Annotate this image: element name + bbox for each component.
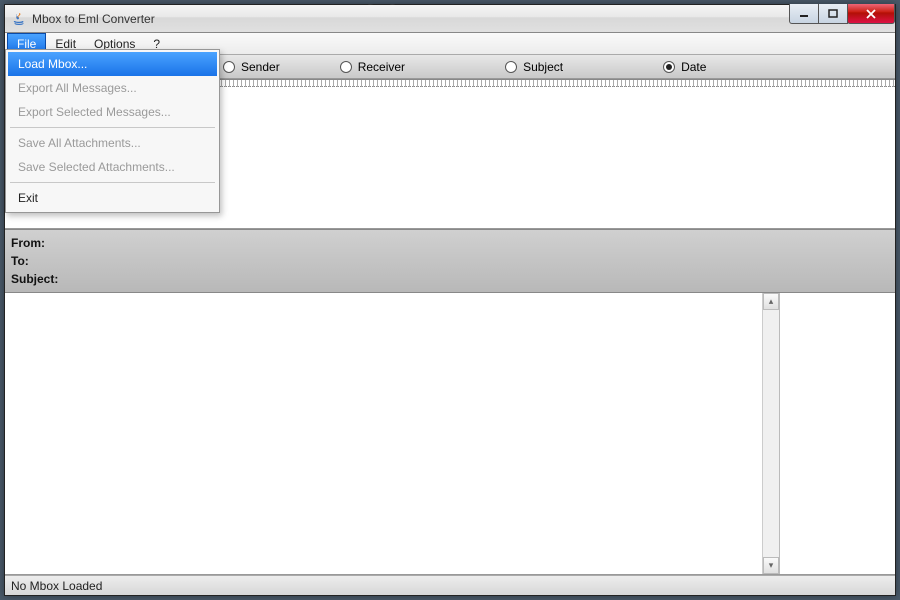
sort-sender[interactable]: Sender [223,60,280,74]
menu-load-mbox[interactable]: Load Mbox... [8,52,217,76]
menu-separator [10,127,215,128]
subject-label: Subject: [11,270,889,288]
file-menu-dropdown: Load Mbox... Export All Messages... Expo… [5,49,220,213]
scroll-up-icon[interactable]: ▴ [763,293,779,310]
menu-export-selected[interactable]: Export Selected Messages... [8,100,217,124]
menu-export-all[interactable]: Export All Messages... [8,76,217,100]
message-detail-header: From: To: Subject: [5,229,895,293]
sort-subject[interactable]: Subject [505,60,563,74]
window-controls [790,4,895,24]
window-title: Mbox to Eml Converter [32,12,155,26]
status-text: No Mbox Loaded [11,579,102,593]
radio-icon [223,61,235,73]
java-icon [11,11,27,27]
menu-save-selected-attachments[interactable]: Save Selected Attachments... [8,155,217,179]
radio-icon [505,61,517,73]
sort-receiver-label: Receiver [358,60,405,74]
maximize-button[interactable] [818,4,848,24]
statusbar: No Mbox Loaded [5,575,895,595]
sort-receiver[interactable]: Receiver [340,60,405,74]
sort-date[interactable]: Date [663,60,706,74]
scroll-down-icon[interactable]: ▾ [763,557,779,574]
radio-icon [340,61,352,73]
to-label: To: [11,252,889,270]
vertical-scrollbar[interactable]: ▴ ▾ [762,293,779,574]
close-button[interactable] [847,4,895,24]
menu-exit[interactable]: Exit [8,186,217,210]
titlebar[interactable]: Mbox to Eml Converter [5,5,895,33]
sort-sender-label: Sender [241,60,280,74]
menu-separator [10,182,215,183]
menu-save-all-attachments[interactable]: Save All Attachments... [8,131,217,155]
message-body-pane[interactable]: ▴ ▾ [5,293,780,574]
message-body-row: ▴ ▾ [5,293,895,575]
sort-date-label: Date [681,60,706,74]
attachment-pane[interactable] [780,293,895,574]
minimize-button[interactable] [789,4,819,24]
from-label: From: [11,234,889,252]
sort-subject-label: Subject [523,60,563,74]
radio-icon [663,61,675,73]
